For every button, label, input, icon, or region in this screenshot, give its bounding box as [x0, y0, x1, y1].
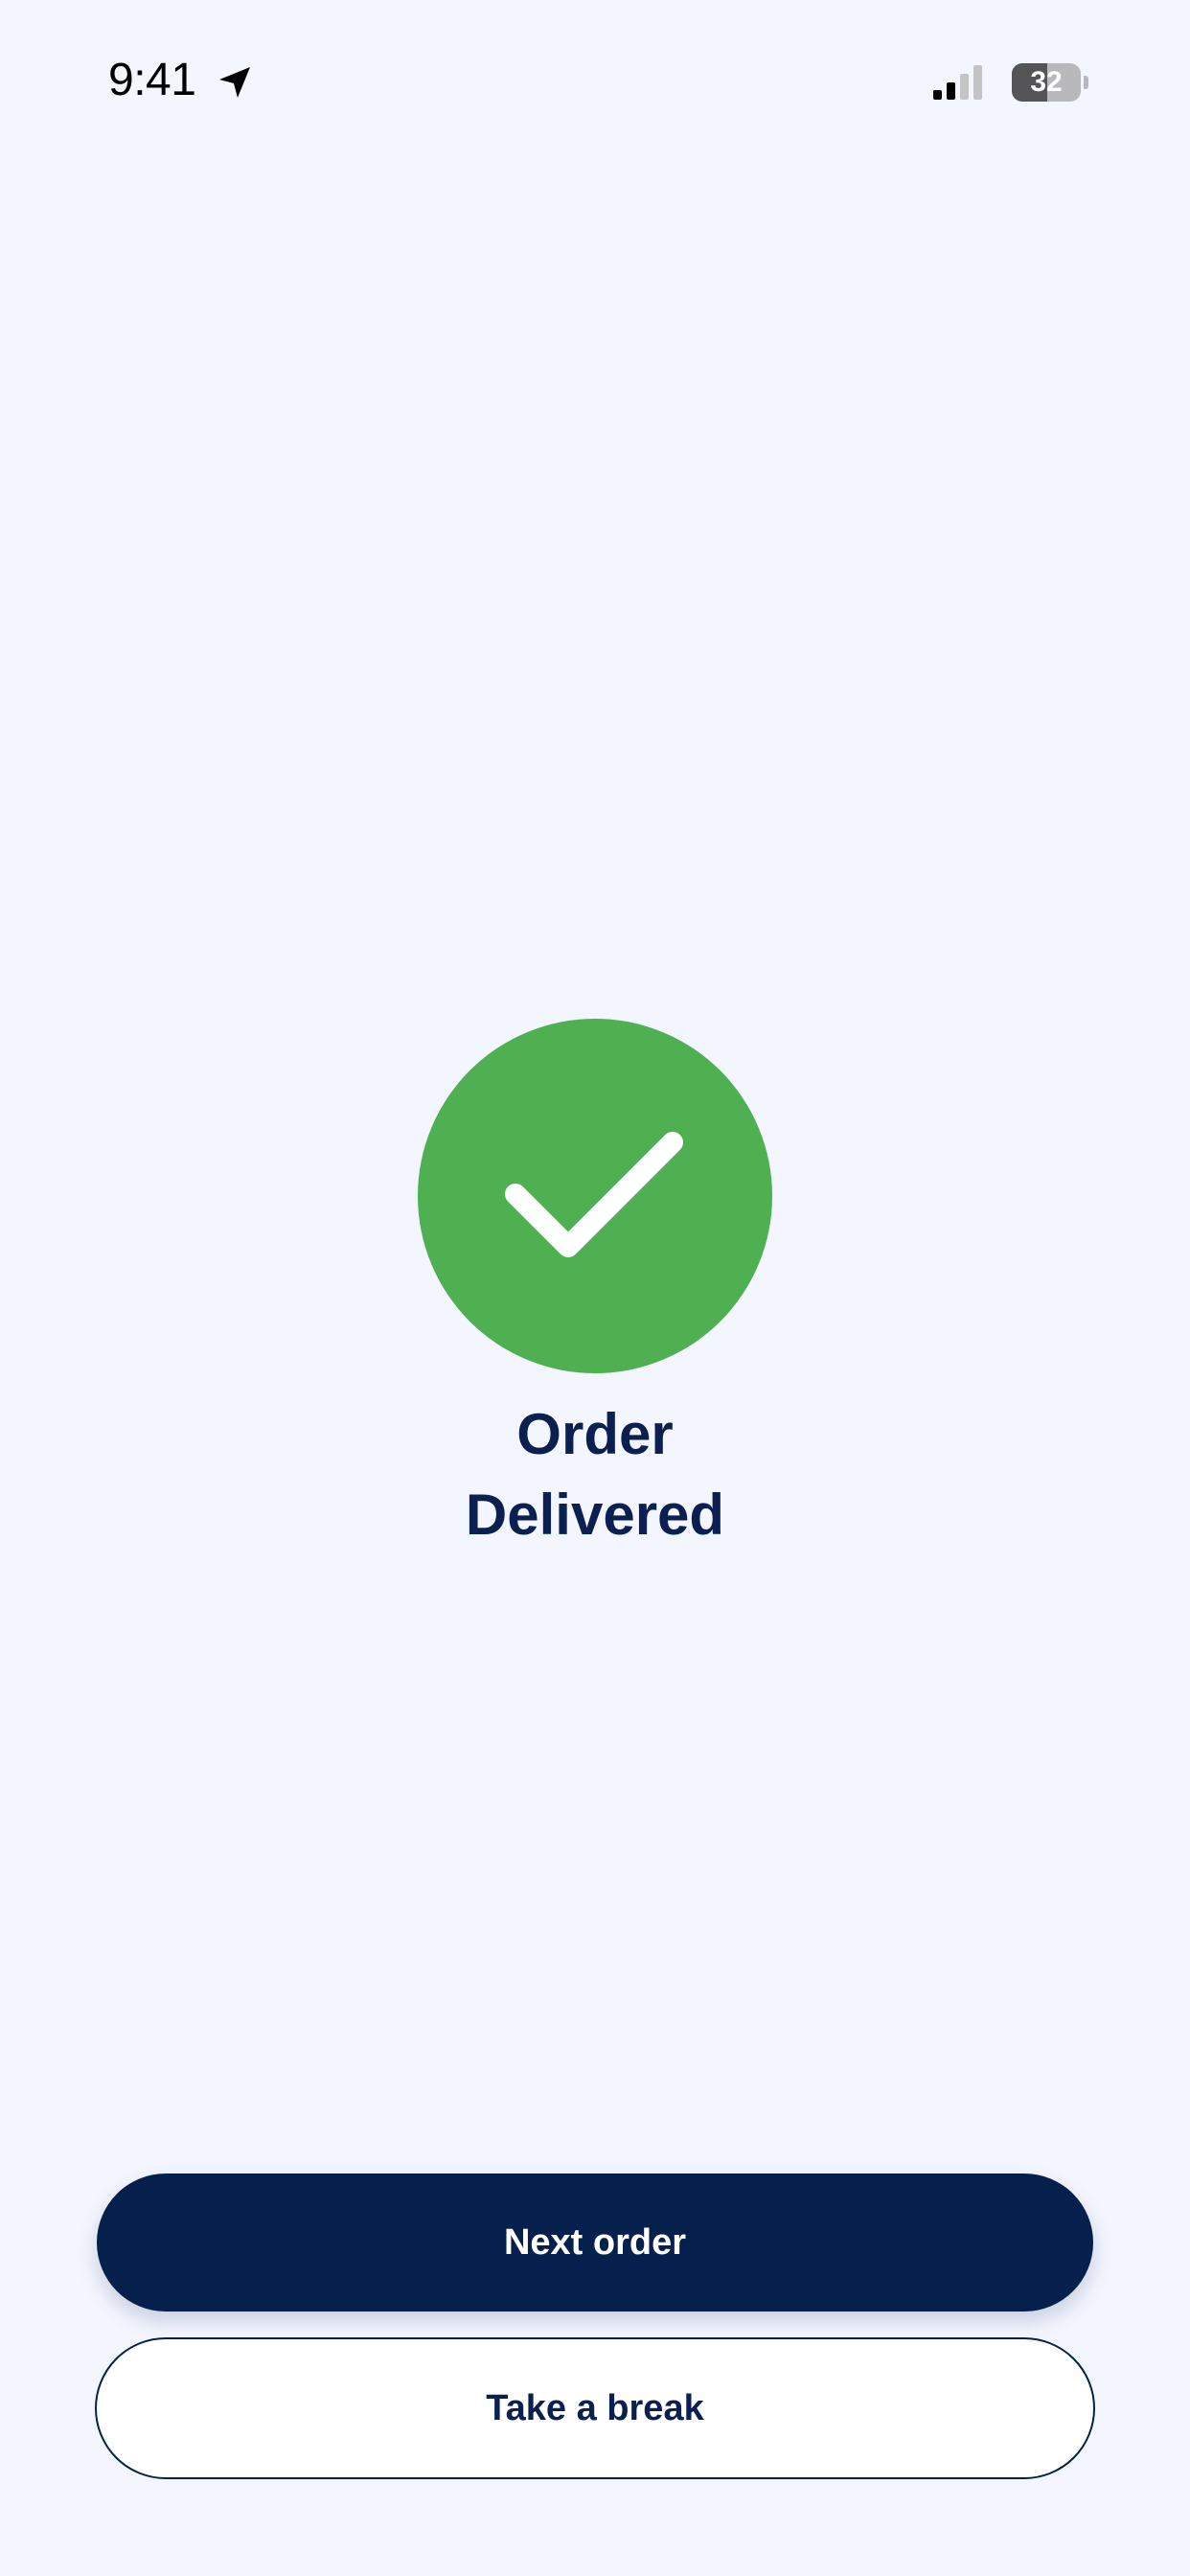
success-badge: [418, 1019, 772, 1373]
location-arrow-icon: [219, 67, 250, 98]
order-status-title: Order Delivered: [308, 1394, 882, 1555]
title-line-2: Delivered: [465, 1483, 725, 1547]
signal-bar-3: [960, 74, 969, 100]
battery-icon: 32: [1012, 63, 1088, 102]
title-line-1: Order: [516, 1402, 674, 1466]
take-a-break-button[interactable]: Take a break: [95, 2337, 1095, 2479]
next-order-button[interactable]: Next order: [97, 2174, 1093, 2312]
signal-bar-1: [933, 90, 942, 100]
signal-bar-2: [947, 82, 955, 100]
cellular-signal-icon: [933, 65, 982, 100]
battery-cap: [1084, 76, 1088, 89]
status-bar: 9:41 32: [0, 0, 1190, 163]
signal-bar-4: [973, 65, 982, 100]
status-time: 9:41: [108, 55, 196, 105]
battery-body: 32: [1012, 63, 1081, 102]
checkmark-icon: [505, 1132, 683, 1257]
battery-level: 32: [1030, 66, 1063, 98]
